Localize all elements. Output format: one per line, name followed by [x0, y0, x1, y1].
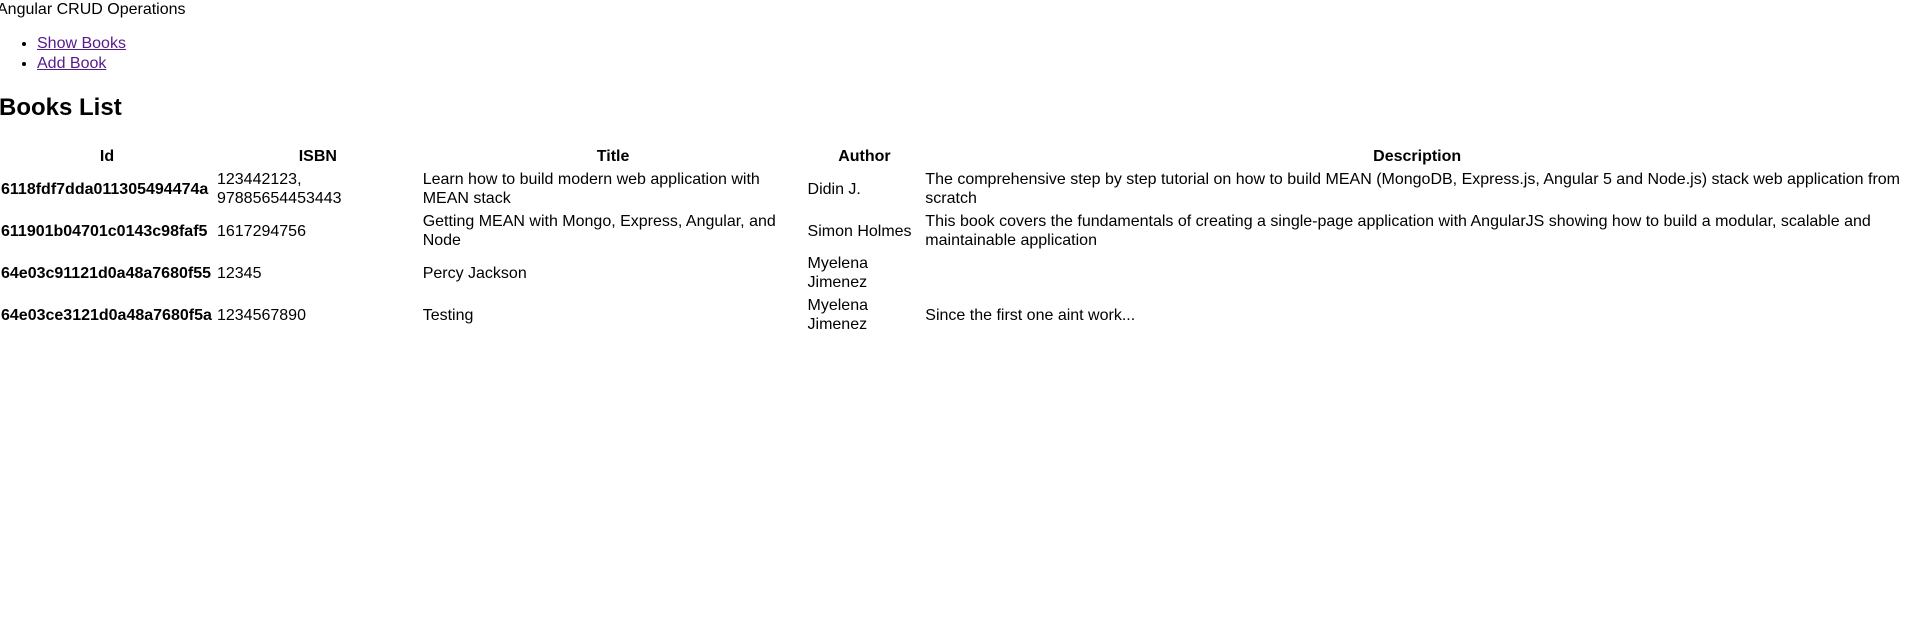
- books-list-heading: Books List: [0, 94, 122, 121]
- book-description-cell: This book covers the fundamentals of cre…: [925, 213, 1871, 249]
- main-nav: Show Books Add Book: [0, 34, 126, 74]
- books-table-body: 6118fdf7dda011305494474a 123442123, 9788…: [0, 169, 1910, 335]
- column-header-title: Title: [596, 148, 630, 165]
- book-id-cell[interactable]: 64e03c91121d0a48a7680f55: [0, 253, 214, 293]
- book-title-cell: Percy Jackson: [422, 264, 527, 282]
- book-author-cell: Myelena Jimenez: [807, 255, 868, 291]
- book-id-cell[interactable]: 64e03ce3121d0a48a7680f5a: [0, 295, 214, 335]
- book-title-cell: Learn how to build modern web applicatio…: [422, 171, 760, 207]
- book-description-cell: Since the first one aint work...: [925, 306, 1136, 324]
- header-row: Id ISBN Title Author Description: [0, 146, 1910, 167]
- book-author-cell: Simon Holmes: [807, 222, 912, 240]
- book-author-cell: Myelena Jimenez: [807, 297, 868, 333]
- app-page: Angular CRUD Operations Show Books Add B…: [0, 0, 1912, 640]
- books-table: Id ISBN Title Author Description 6118fdf…: [0, 144, 1912, 337]
- table-row: 64e03c91121d0a48a7680f55 12345 Percy Jac…: [0, 253, 1910, 293]
- add-book-link[interactable]: Add Book: [37, 55, 106, 72]
- column-header-id: Id: [99, 148, 115, 165]
- book-description-cell: [924, 253, 1910, 293]
- table-row: 64e03ce3121d0a48a7680f5a 1234567890 Test…: [0, 295, 1910, 335]
- nav-item-show-books: Show Books: [37, 34, 126, 54]
- nav-item-add-book: Add Book: [37, 54, 126, 74]
- book-author-cell: Didin J.: [807, 180, 861, 198]
- column-header-isbn: ISBN: [298, 148, 337, 165]
- show-books-link[interactable]: Show Books: [37, 35, 126, 52]
- table-row: 611901b04701c0143c98faf5 1617294756 Gett…: [0, 211, 1910, 251]
- book-isbn-cell: 1234567890: [216, 306, 306, 324]
- column-header-author: Author: [838, 148, 891, 165]
- book-id-cell[interactable]: 611901b04701c0143c98faf5: [0, 211, 214, 251]
- book-id-cell[interactable]: 6118fdf7dda011305494474a: [0, 169, 214, 209]
- column-header-description: Description: [1373, 148, 1462, 165]
- book-title-cell: Testing: [422, 306, 474, 324]
- book-isbn-cell: 1617294756: [216, 222, 306, 240]
- app-title: Angular CRUD Operations: [0, 1, 186, 18]
- book-isbn-cell: 12345: [216, 264, 262, 282]
- table-row: 6118fdf7dda011305494474a 123442123, 9788…: [0, 169, 1910, 209]
- book-title-cell: Getting MEAN with Mongo, Express, Angula…: [422, 213, 776, 249]
- book-description-cell: The comprehensive step by step tutorial …: [925, 171, 1900, 207]
- books-table-header: Id ISBN Title Author Description: [0, 146, 1910, 167]
- book-isbn-cell: 123442123, 97885654453443: [216, 171, 342, 207]
